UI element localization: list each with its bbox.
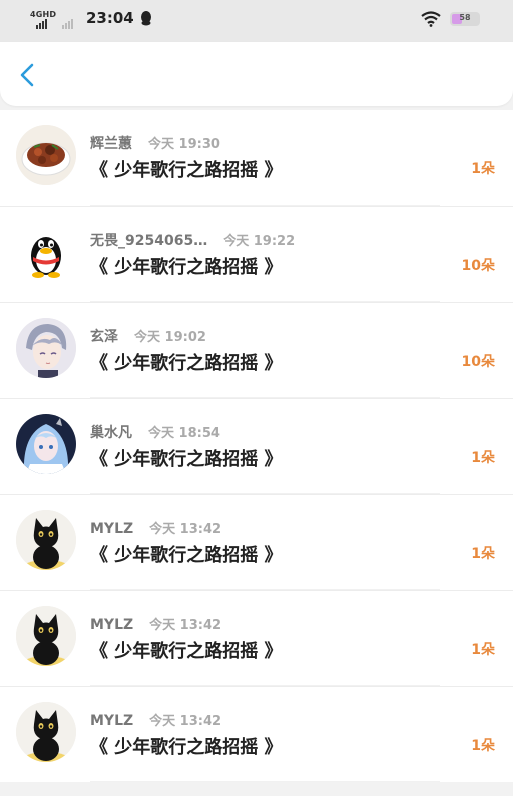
list-item[interactable]: MYLZ 今天 13:42 《 少年歌行之路招摇 》 1朵 — [0, 494, 513, 590]
black-cat-avatar-icon — [16, 510, 76, 570]
back-button[interactable] — [12, 58, 44, 92]
chevron-left-icon — [20, 63, 34, 87]
timestamp: 今天 19:02 — [134, 330, 206, 345]
battery-icon: 58 — [450, 12, 480, 26]
book-title: 《 少年歌行之路招摇 》 — [90, 545, 283, 566]
book-title: 《 少年歌行之路招摇 》 — [90, 449, 283, 470]
username: 无畏_9254065… — [90, 233, 208, 249]
list-item[interactable]: MYLZ 今天 13:42 《 少年歌行之路招摇 》 1朵 — [0, 686, 513, 782]
book-title: 《 少年歌行之路招摇 》 — [90, 160, 283, 181]
divider — [90, 781, 440, 782]
username: 辉兰蕙 — [90, 136, 132, 152]
clock: 23:04 — [86, 9, 134, 27]
header-bar — [0, 42, 513, 106]
timestamp: 今天 13:42 — [149, 618, 222, 633]
wifi-icon — [421, 11, 441, 27]
avatar[interactable] — [16, 510, 76, 570]
list-item[interactable]: 巢水凡 今天 18:54 《 少年歌行之路招摇 》 1朵 — [0, 398, 513, 494]
food-photo-avatar-icon — [16, 125, 76, 185]
status-bar: 4GHD 23:04 58 — [0, 0, 513, 42]
avatar[interactable] — [16, 606, 76, 666]
timestamp: 今天 19:22 — [223, 234, 296, 249]
anime-boy-avatar-icon — [16, 318, 76, 378]
book-title: 《 少年歌行之路招摇 》 — [90, 737, 283, 758]
signal-icon — [36, 19, 47, 29]
list-item[interactable]: 辉兰蕙 今天 19:30 《 少年歌行之路招摇 》 1朵 — [0, 110, 513, 206]
timestamp: 今天 13:42 — [149, 522, 222, 537]
battery-level: 58 — [459, 13, 471, 22]
gift-count: 1朵 — [471, 161, 495, 177]
signal-secondary-icon — [62, 19, 73, 29]
book-title: 《 少年歌行之路招摇 》 — [90, 257, 283, 278]
black-cat-avatar-icon — [16, 702, 76, 762]
timestamp: 今天 19:30 — [148, 137, 220, 152]
gift-count: 1朵 — [471, 642, 495, 658]
avatar[interactable] — [16, 318, 76, 378]
book-title: 《 少年歌行之路招摇 》 — [90, 641, 283, 662]
gift-record-list: 辉兰蕙 今天 19:30 《 少年歌行之路招摇 》 1朵 无畏_9254065…… — [0, 110, 513, 782]
gift-count: 10朵 — [461, 354, 495, 370]
list-item[interactable]: MYLZ 今天 13:42 《 少年歌行之路招摇 》 1朵 — [0, 590, 513, 686]
avatar[interactable] — [16, 222, 76, 282]
username: MYLZ — [90, 521, 134, 537]
username: MYLZ — [90, 713, 134, 729]
book-title: 《 少年歌行之路招摇 》 — [90, 353, 283, 374]
qq-penguin-avatar-icon — [16, 222, 76, 282]
avatar[interactable] — [16, 125, 76, 185]
anime-blue-hair-avatar-icon — [16, 414, 76, 474]
gift-count: 1朵 — [471, 450, 495, 466]
black-cat-avatar-icon — [16, 606, 76, 666]
network-type: 4GHD — [30, 10, 57, 19]
list-item[interactable]: 无畏_9254065… 今天 19:22 《 少年歌行之路招摇 》 10朵 — [0, 206, 513, 302]
gift-count: 1朵 — [471, 546, 495, 562]
avatar[interactable] — [16, 414, 76, 474]
username: MYLZ — [90, 617, 134, 633]
username: 巢水凡 — [90, 425, 132, 441]
username: 玄泽 — [90, 329, 118, 345]
timestamp: 今天 13:42 — [149, 714, 222, 729]
gift-count: 10朵 — [461, 258, 495, 274]
timestamp: 今天 18:54 — [148, 426, 220, 441]
avatar[interactable] — [16, 702, 76, 762]
qq-notification-icon — [141, 11, 151, 26]
gift-count: 1朵 — [471, 738, 495, 754]
list-item[interactable]: 玄泽 今天 19:02 《 少年歌行之路招摇 》 10朵 — [0, 302, 513, 398]
